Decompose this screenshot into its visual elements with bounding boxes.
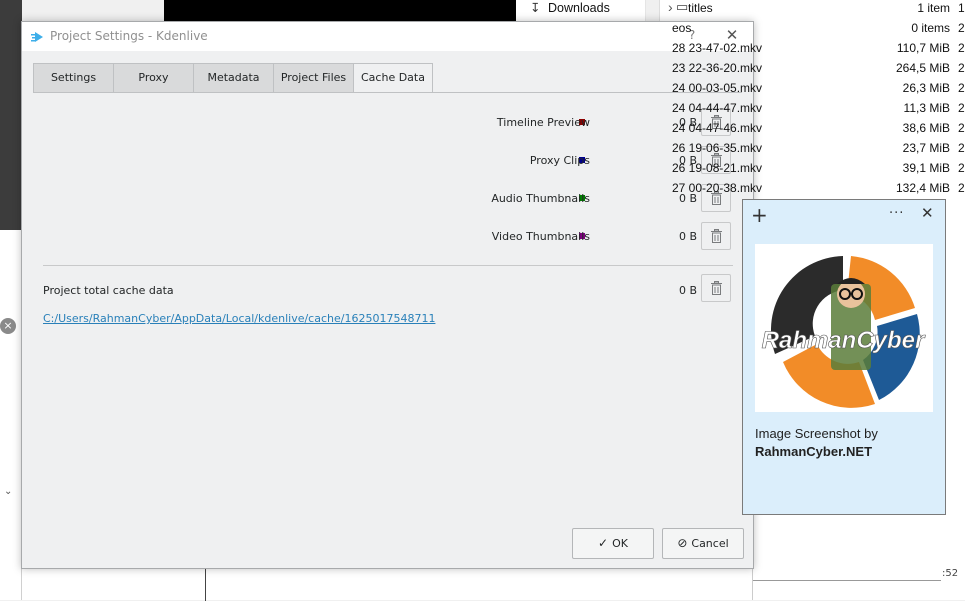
file-row[interactable]: 23 22-36-20.mkv 264,5 MiB 2 <box>664 58 965 78</box>
file-row[interactable]: 24 00-03-05.mkv 26,3 MiB 2 <box>664 78 965 98</box>
dialog-title: Project Settings - Kdenlive <box>50 29 208 43</box>
file-name: 23 22-36-20.mkv <box>672 61 763 75</box>
cache-row-audio-thumbnails: Audio Thumbnails 0 B <box>22 184 755 214</box>
trash-icon <box>711 229 722 243</box>
background-timeline <box>22 568 752 601</box>
file-extra-column: 2 <box>958 181 965 195</box>
tab-project-files[interactable]: Project Files <box>273 63 353 93</box>
tab-settings[interactable]: Settings <box>33 63 113 93</box>
background-video-area <box>164 0 516 22</box>
cache-row-timeline-preview: Timeline Preview 0 B <box>22 108 755 138</box>
new-icon[interactable]: + <box>751 203 768 227</box>
total-cache-label: Project total cache data <box>43 284 174 297</box>
file-name: 26 19-08-21.mkv <box>672 161 763 175</box>
expand-chevron-icon[interactable]: › <box>668 0 673 15</box>
file-name: 24 04-47-46.mkv <box>672 121 763 135</box>
file-extra-column: 2 <box>958 121 965 135</box>
file-row[interactable]: eos 0 items 2 <box>664 18 965 38</box>
tab-baseline <box>33 92 742 93</box>
project-settings-dialog: Project Settings - Kdenlive ? ✕ Settings… <box>21 21 754 569</box>
background-left-pane: ⌄ <box>0 230 22 600</box>
file-extra-column: 2 <box>958 101 965 115</box>
logo-text: RahmanCyber <box>762 327 926 354</box>
cache-label: Video Thumbnails <box>491 230 590 243</box>
file-extra-column: 1 <box>958 1 965 15</box>
file-row[interactable]: 24 04-47-46.mkv 38,6 MiB 2 <box>664 118 965 138</box>
screenshot-popup: + ··· ✕ RahmanCyber Image Screenshot by … <box>742 199 946 515</box>
more-options-icon[interactable]: ··· <box>889 206 904 221</box>
trash-icon <box>711 281 722 295</box>
popup-caption-brand: RahmanCyber.NET <box>755 444 873 459</box>
file-size: 0 items <box>911 21 950 35</box>
settings-tabs: Settings Proxy Metadata Project Files Ca… <box>33 63 433 93</box>
close-circle-icon[interactable]: × <box>0 318 16 334</box>
file-name: 26 19-06-35.mkv <box>672 141 763 155</box>
folder-icon: ▭ <box>676 0 689 14</box>
total-cache-size: 0 B <box>679 284 698 297</box>
background-window-dark <box>0 0 22 230</box>
file-extra-column: 2 <box>958 41 965 55</box>
file-size: 39,1 MiB <box>902 161 950 175</box>
file-size: 132,4 MiB <box>895 181 950 195</box>
download-icon: ↧ <box>530 1 541 15</box>
cache-row-video-thumbnails: Video Thumbnails 0 B <box>22 222 755 252</box>
delete-all-cache-button[interactable] <box>701 274 731 302</box>
file-extra-column: 2 <box>958 141 965 155</box>
cache-label: Proxy Clips <box>529 154 590 167</box>
file-size: 110,7 MiB <box>896 41 950 55</box>
file-size: 264,5 MiB <box>895 61 950 75</box>
checkmark-icon: ✓ <box>598 536 609 550</box>
file-row[interactable]: 24 04-44-47.mkv 11,3 MiB 2 <box>664 98 965 118</box>
file-size: 11,3 MiB <box>903 101 950 115</box>
monitor-line <box>753 580 941 581</box>
file-name: 24 00-03-05.mkv <box>672 81 763 95</box>
file-extra-column: 2 <box>958 21 965 35</box>
file-row[interactable]: 27 00-20-38.mkv 132,4 MiB 2 <box>664 178 965 198</box>
nav-item-downloads[interactable]: ↧ Downloads <box>530 0 610 15</box>
file-row[interactable]: 28 23-47-02.mkv 110,7 MiB 2 <box>664 38 965 58</box>
timecode-fragment: :52 <box>942 568 959 579</box>
kdenlive-logo-icon <box>31 32 43 42</box>
close-icon[interactable]: ✕ <box>921 204 934 222</box>
tab-cache-data[interactable]: Cache Data <box>353 63 433 93</box>
file-name: 27 00-20-38.mkv <box>672 181 763 195</box>
file-extra-column: 2 <box>958 161 965 175</box>
delete-video-thumbnails-button[interactable] <box>701 222 731 250</box>
dialog-titlebar[interactable]: Project Settings - Kdenlive ? ✕ <box>22 22 753 51</box>
chevron-down-icon[interactable]: ⌄ <box>4 486 12 497</box>
file-name: 24 04-44-47.mkv <box>672 101 763 115</box>
ok-button[interactable]: ✓ OK <box>572 528 654 559</box>
separator <box>43 265 733 266</box>
screenshot-thumbnail[interactable]: RahmanCyber <box>755 244 933 412</box>
cancel-button[interactable]: ⊘ Cancel <box>662 528 744 559</box>
file-size: 1 item <box>917 1 950 15</box>
file-name: titles <box>688 1 713 15</box>
file-row[interactable]: 26 19-08-21.mkv 39,1 MiB 2 <box>664 158 965 178</box>
file-name: eos <box>672 21 692 35</box>
file-name: 28 23-47-02.mkv <box>672 41 763 55</box>
folder-row[interactable]: › ▭ titles 1 item 1 <box>664 0 965 18</box>
rahmancyber-logo: RahmanCyber <box>761 248 926 412</box>
file-row[interactable]: 26 19-06-35.mkv 23,7 MiB 2 <box>664 138 965 158</box>
popup-caption: Image Screenshot by <box>755 426 878 441</box>
file-size: 23,7 MiB <box>902 141 950 155</box>
file-size: 38,6 MiB <box>902 121 950 135</box>
file-extra-column: 2 <box>958 81 965 95</box>
cache-row-proxy-clips: Proxy Clips 0 B <box>22 146 755 176</box>
timeline-divider <box>205 569 206 601</box>
file-extra-column: 2 <box>958 61 965 75</box>
tab-metadata[interactable]: Metadata <box>193 63 273 93</box>
cache-label: Timeline Preview <box>496 116 590 129</box>
cache-folder-link[interactable]: C:/Users/RahmanCyber/AppData/Local/kdenl… <box>43 312 435 325</box>
cancel-icon: ⊘ <box>677 536 688 550</box>
tab-proxy[interactable]: Proxy <box>113 63 193 93</box>
file-size: 26,3 MiB <box>902 81 950 95</box>
cache-label: Audio Thumbnails <box>491 192 590 205</box>
background-monitor <box>752 514 941 600</box>
cache-size: 0 B <box>679 230 698 243</box>
